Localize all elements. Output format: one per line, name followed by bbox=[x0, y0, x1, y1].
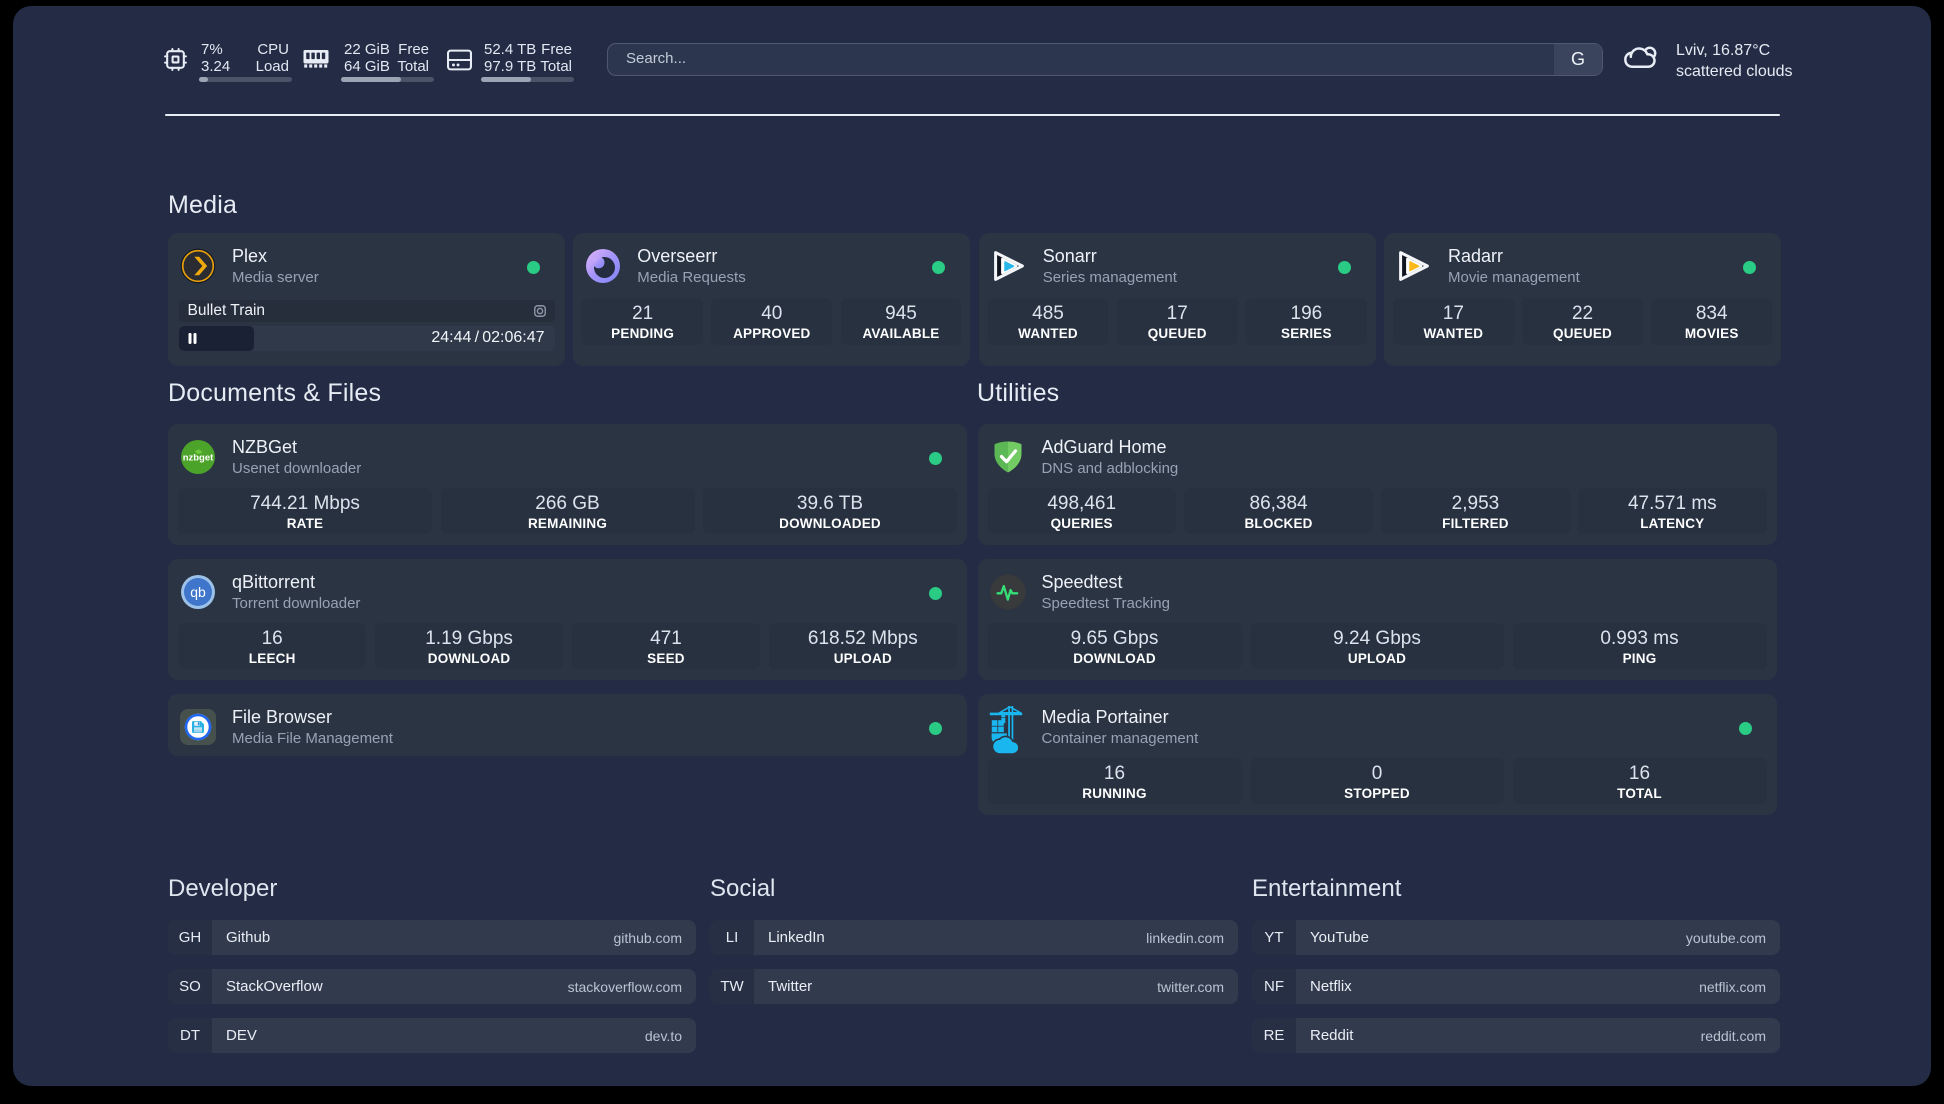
svg-text:nzbget: nzbget bbox=[183, 453, 214, 464]
svg-text:qb: qb bbox=[190, 584, 206, 600]
